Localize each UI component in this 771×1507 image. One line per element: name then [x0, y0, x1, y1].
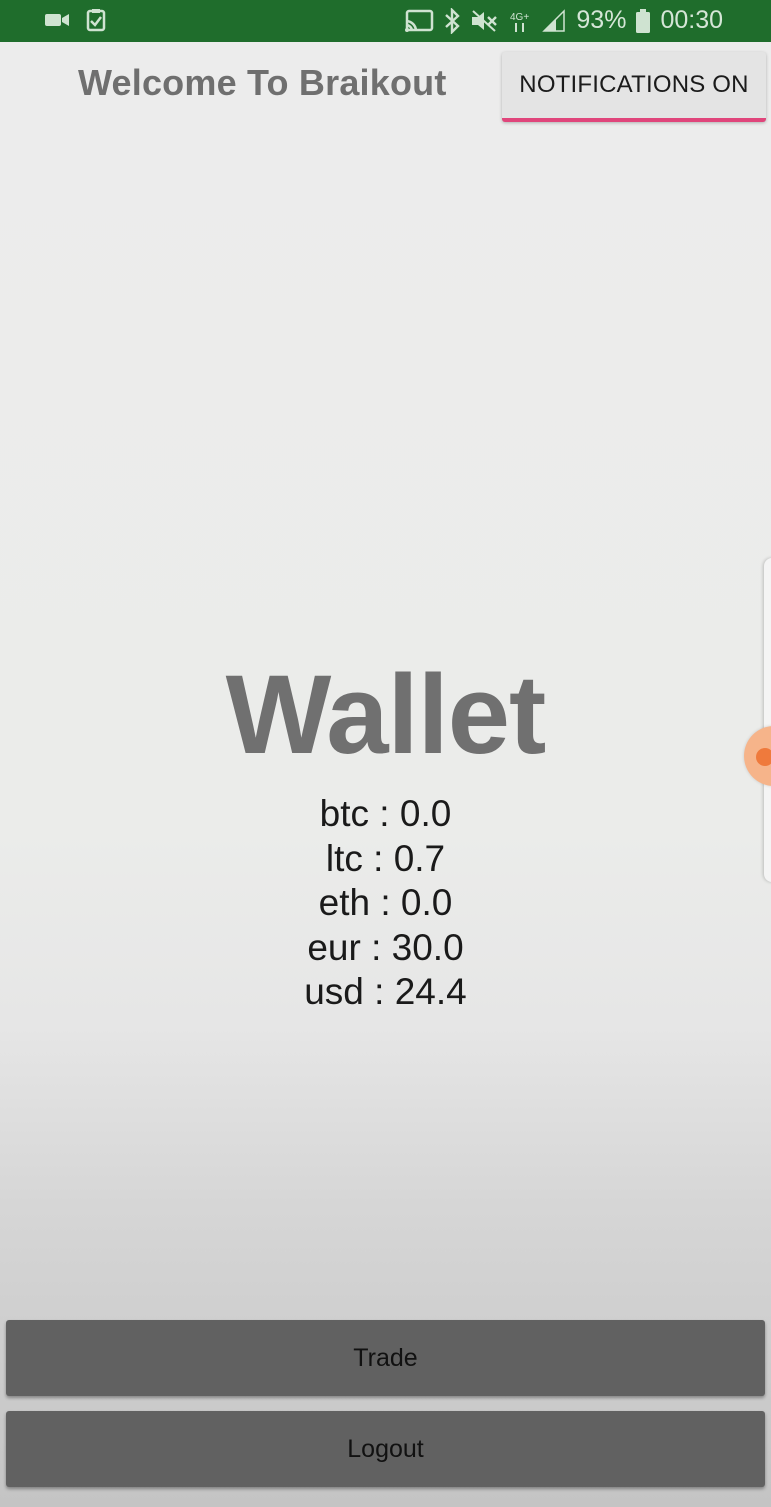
- status-bar: 4G+ 93% 00:30: [0, 0, 771, 42]
- network-type-label: 4G+: [510, 12, 529, 23]
- balance-usd: usd : 24.4: [304, 971, 467, 1012]
- welcome-heading: Welcome To Braikout: [78, 62, 447, 103]
- battery-percent: 93%: [576, 6, 627, 34]
- balance-eur: eur : 30.0: [307, 926, 464, 968]
- bluetooth-icon: [444, 7, 461, 34]
- balance-btc: btc : 0.0: [319, 793, 452, 834]
- trade-button[interactable]: Trade: [6, 1320, 765, 1396]
- status-left-icons: [44, 8, 106, 32]
- edge-panel-handle[interactable]: [764, 558, 771, 882]
- cast-icon: [404, 9, 434, 33]
- network-type-icon: 4G+: [508, 9, 532, 33]
- mute-icon: [470, 9, 498, 33]
- balance-eth: eth : 0.0: [318, 882, 453, 923]
- floating-bubble-dot: [756, 748, 771, 766]
- balance-list: btc : 0.0 ltc : 0.7 eth : 0.0 eur : 30.0…: [0, 792, 771, 1015]
- wallet-title: Wallet: [225, 652, 547, 777]
- battery-icon: [636, 8, 651, 33]
- video-icon: [44, 10, 70, 30]
- balance-ltc: ltc : 0.7: [325, 837, 446, 879]
- signal-icon: [542, 8, 566, 33]
- clock: 00:30: [660, 6, 723, 34]
- notifications-toggle-button[interactable]: NOTIFICATIONS ON: [502, 52, 766, 122]
- status-right-icons: 4G+ 93% 00:30: [404, 6, 723, 35]
- logout-button[interactable]: Logout: [6, 1411, 765, 1487]
- clipboard-check-icon: [86, 8, 106, 32]
